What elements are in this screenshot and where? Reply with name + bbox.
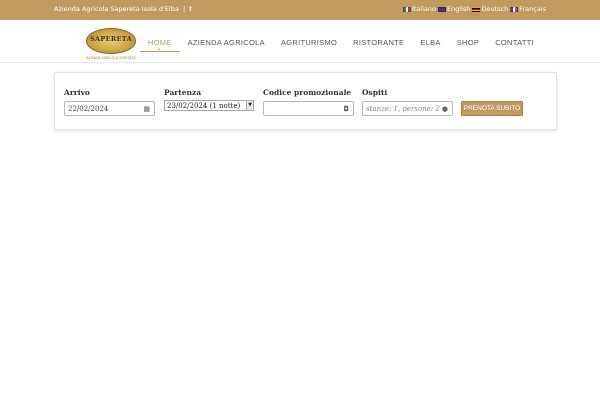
departure-select[interactable]: 23/02/2024 (1 notte) ▼ [164,100,254,111]
header: SAPERETA AZIENDA AGRICOLA SAPERETA HOME … [0,20,600,63]
facebook-icon[interactable]: f [189,6,191,13]
lang-italiano[interactable]: Italiano [402,5,436,13]
promo-code-label: Codice promozionale [263,88,352,97]
site-name: Azienda Agricola Sapereta Isola d'Elba [54,5,179,13]
nav-label: RISTORANTE [353,38,405,47]
flag-en-icon [437,6,446,12]
language-switcher: Italiano English Deutsch Français [401,5,546,13]
nav-item-ristorante[interactable]: RISTORANTE [345,38,412,52]
lang-francais[interactable]: Français [510,5,546,13]
booking-form: Arrivo 22/02/2024 ▦ Partenza 23/02/2024 … [54,72,557,130]
nav-label: HOME [147,38,172,47]
lang-deutsch[interactable]: Deutsch [472,5,508,13]
arrival-label: Arrivo [64,88,90,97]
top-bar: Azienda Agricola Sapereta Isola d'Elba |… [0,0,600,20]
book-now-button[interactable]: PRENOTA SUBITO [461,101,523,116]
nav-label: CONTATTI [495,38,534,47]
nav-item-contatti[interactable]: CONTATTI [487,38,542,52]
nav-item-home[interactable]: HOME [139,38,180,52]
departure-value: 23/02/2024 (1 notte) [167,102,241,110]
gift-icon: ◘ [343,105,349,113]
lang-label: English [446,5,471,13]
flag-fr-icon [510,6,519,12]
promo-code-input[interactable]: ◘ [263,101,354,116]
separator: | [182,5,186,13]
calendar-icon[interactable]: ▦ [143,105,150,113]
logo-subtitle: AZIENDA AGRICOLA SAPERETA [86,56,136,60]
arrival-date-input[interactable]: 22/02/2024 ▦ [64,101,155,116]
nav-item-azienda-agricola[interactable]: AZIENDA AGRICOLA [180,38,273,52]
guests-input[interactable]: stanze: 1, persone: 2 ● [362,101,453,116]
lang-label: Deutsch [481,5,509,13]
arrival-date-value: 22/02/2024 [68,105,109,113]
site-info: Azienda Agricola Sapereta Isola d'Elba |… [54,5,191,13]
flag-de-icon [472,6,481,12]
nav-label: SHOP [456,38,480,47]
main-nav: HOME AZIENDA AGRICOLA AGRITURISMO RISTOR… [139,38,542,52]
departure-label: Partenza [164,88,202,97]
user-icon: ● [441,105,448,113]
flag-it-icon [402,6,411,12]
lang-label: Italiano [411,5,436,13]
guests-placeholder: stanze: 1, persone: 2 [366,105,440,113]
site-logo[interactable]: SAPERETA AZIENDA AGRICOLA SAPERETA [80,26,142,62]
lang-english[interactable]: English [437,5,471,13]
nav-label: AZIENDA AGRICOLA [187,38,265,47]
lang-label: Français [519,5,546,13]
active-caret-icon [158,48,161,50]
nav-label: AGRITURISMO [280,38,338,47]
nav-label: ELBA [420,38,441,47]
nav-item-agriturismo[interactable]: AGRITURISMO [273,38,345,52]
chevron-down-icon[interactable]: ▼ [246,101,253,110]
nav-item-elba[interactable]: ELBA [412,38,448,52]
nav-item-shop[interactable]: SHOP [449,38,487,52]
guests-label: Ospiti [362,88,388,97]
logo-name: SAPERETA [90,35,132,43]
